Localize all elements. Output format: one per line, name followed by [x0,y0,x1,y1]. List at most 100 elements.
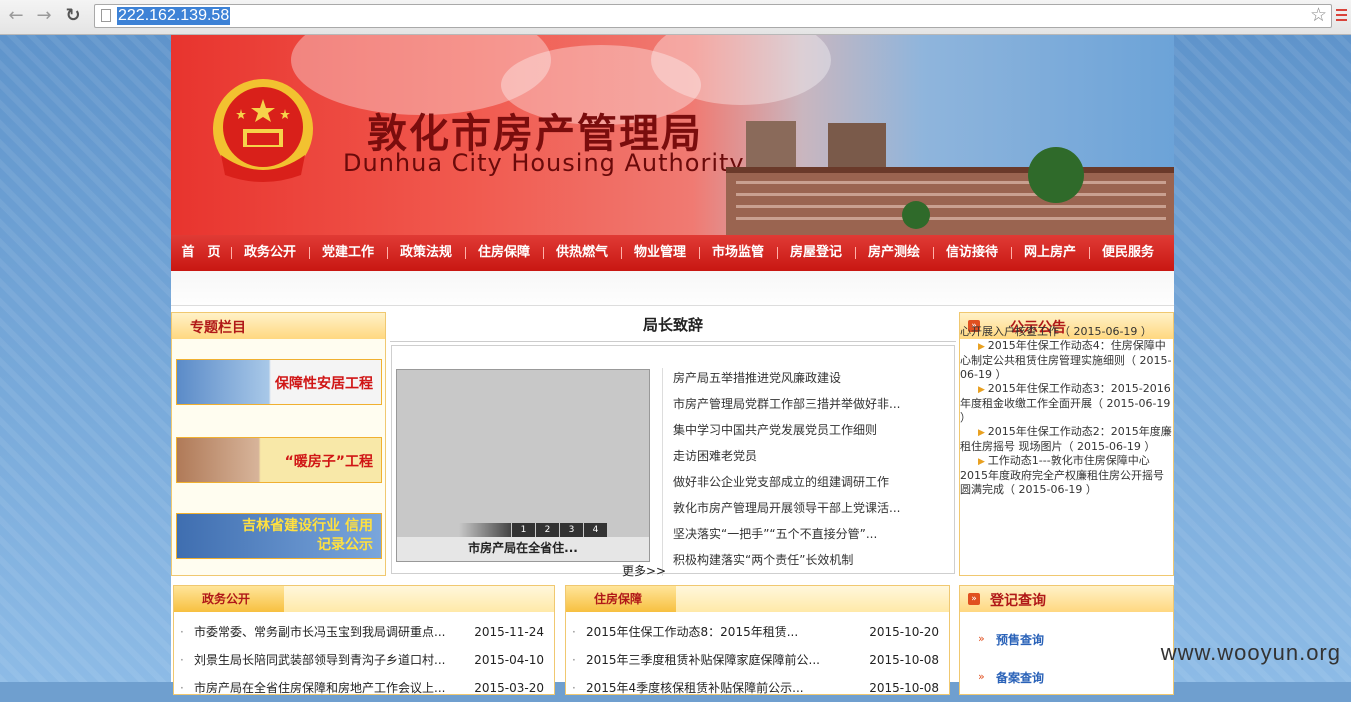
card-warm-house-label: “暖房子”工程 [284,454,373,470]
news-item[interactable]: 市房产管理局党群工作部三措并举做好非... [663,394,953,420]
slide-caption[interactable]: 市房产局在全省住... [397,537,649,561]
row-date: 2015-11-24 [474,625,544,639]
watermark: www.wooyun.org [1160,640,1341,665]
bullet-icon: ▶ [978,385,988,395]
site-container: 敦化市房产管理局 Dunhua City Housing Authority 首… [171,35,1174,702]
row-title[interactable]: 刘景生局长陪同武装部领导到青沟子乡道口村... [194,646,445,674]
arrow-icon: » [978,632,985,645]
center-news-box: 1 2 3 4 市房产局在全省住... 房产局五举措推进党风廉政建设 市房产管理局… [391,345,955,578]
table-row[interactable]: 市委常委、常务副市长冯玉宝到我局调研重点... 2015-11-24 [180,618,548,646]
housing-panel: 住房保障 2015年住保工作动态8：2015年租赁...2015-10-2020… [565,585,950,702]
nav-item-5[interactable]: 供热燃气 [543,235,621,271]
news-item[interactable]: 坚决落实“一把手”“五个不直接分管”... [663,524,953,550]
row-title[interactable]: 2015年三季度租赁补贴保障家庭保障前公... [586,646,820,674]
browser-toolbar: ← → ↻ 222.162.139.58 ☆ [0,0,1351,35]
notice-item[interactable]: ▶ 2015年住保工作动态2：2015年度廉租住房摇号 现场图片（ 2015-0… [960,425,1173,454]
row-date: 2015-10-08 [869,681,939,695]
query-panel: » 登记查询 » 预售查询 » 备案查询 [959,585,1174,695]
notice-panel: » 公示公告 心开展入户核查工作（ 2015-06-19 ） ▶ 2015年住保工… [959,312,1174,576]
gov-affairs-panel: 政务公开 市委常委、常务副市长冯玉宝到我局调研重点... 2015-11-24 刘景… [173,585,555,702]
nav-item-3[interactable]: 政策法规 [387,235,465,271]
nav-item-6[interactable]: 物业管理 [621,235,699,271]
card-secure-housing[interactable]: 保障性安居工程 [176,359,382,405]
card-credit-record-label: 吉林省建设行业 信用记录公示 [242,518,373,553]
news-item[interactable]: 走访困难老党员 [663,446,953,472]
notice-list: 心开展入户核查工作（ 2015-06-19 ） ▶ 2015年住保工作动态4：住房… [960,325,1173,497]
slide-page-4[interactable]: 4 [584,523,607,537]
reload-icon[interactable]: ↻ [61,4,85,28]
notice-item[interactable]: 心开展入户核查工作（ 2015-06-19 ） [960,325,1173,339]
special-topics-panel: 专题栏目 保障性安居工程 “暖房子”工程 吉林省建设行业 信用记录公示 [171,312,386,576]
main-nav: 首 页政务公开 党建工作 政策法规 住房保障 供热燃气 物业管理 市场监管 房屋登记 房产测绘信… [171,235,1174,271]
news-item[interactable]: 敦化市房产管理局开展领导干部上党课活... [663,498,953,524]
site-banner: 敦化市房产管理局 Dunhua City Housing Authority [171,35,1174,235]
slide-page-2[interactable]: 2 [536,523,559,537]
bullet-icon: ▶ [978,342,988,352]
menu-icon[interactable] [1336,9,1347,24]
nav-item-12[interactable]: 便民服务 [1089,235,1167,271]
row-date: 2015-03-20 [474,681,544,695]
site-title-en: Dunhua City Housing Authority [343,149,745,177]
special-topics-title: 专题栏目 [190,320,246,336]
slide-page-3[interactable]: 3 [560,523,583,537]
notice-item-text: 2015年住保工作动态3：2015-2016年度租金收缴工作全面开展（ 2015… [960,382,1171,424]
nav-item-4[interactable]: 住房保障 [465,235,543,271]
row-date: 2015-10-08 [869,653,939,667]
news-item[interactable]: 房产局五举措推进党风廉政建设 [663,368,953,394]
arrow-right-icon: » [968,593,980,605]
bookmark-star-icon[interactable]: ☆ [1310,4,1327,26]
slide-page-1[interactable]: 1 [512,523,535,537]
nav-item-0[interactable]: 首 页 [171,235,231,271]
national-emblem-icon [213,79,313,182]
news-item[interactable]: 积极构建落实“两个责任”长效机制 [663,550,953,576]
notice-item-text: 2015年住保工作动态4：住房保障中心制定公共租赁住房管理实施细则（ 2015-… [960,339,1172,381]
arrow-icon: » [978,670,985,683]
nav-item-8[interactable]: 房屋登记 [777,235,855,271]
nav-item-2[interactable]: 党建工作 [309,235,387,271]
nav-item-9[interactable]: 房产测绘 [855,235,933,271]
address-url[interactable]: 222.162.139.58 [117,7,231,25]
buildings-image [726,121,1174,235]
presale-query-link[interactable]: 预售查询 [996,631,1044,648]
query-title: 登记查询 [990,593,1046,609]
nav-item-10[interactable]: 信访接待 [933,235,1011,271]
notice-item[interactable]: ▶ 2015年住保工作动态4：住房保障中心制定公共租赁住房管理实施细则（ 201… [960,339,1173,382]
card-credit-record[interactable]: 吉林省建设行业 信用记录公示 [176,513,382,559]
row-title[interactable]: 市委常委、常务副市长冯玉宝到我局调研重点... [194,618,445,646]
table-row[interactable]: 2015年住保工作动态8：2015年租赁... 2015-10-20 [572,618,943,646]
table-row[interactable]: 2015年三季度租赁补贴保障家庭保障前公... 2015-10-08 [572,646,943,674]
more-link[interactable]: 更多>> [622,562,666,579]
notice-item-text: 心开展入户核查工作（ 2015-06-19 ） [960,325,1152,338]
bullet-icon: ▶ [978,457,988,467]
row-title[interactable]: 市房产局在全省住房保障和房地产工作会议上... [194,674,445,702]
gov-affairs-title: 政务公开 [202,592,251,606]
row-date: 2015-04-10 [474,653,544,667]
notice-item[interactable]: ▶ 工作动态1---敦化市住房保障中心2015年度政府完全产权廉租住房公开摇号圆… [960,454,1173,497]
row-title[interactable]: 2015年住保工作动态8：2015年租赁... [586,618,798,646]
table-row[interactable]: 2015年4季度核保租赁补贴保障前公示... 2015-10-08 [572,674,943,702]
housing-title: 住房保障 [594,592,643,606]
notice-item-text: 工作动态1---敦化市住房保障中心2015年度政府完全产权廉租住房公开摇号圆满完… [960,454,1164,496]
address-bar[interactable]: 222.162.139.58 ☆ [94,4,1332,28]
notice-item[interactable]: ▶ 2015年住保工作动态3：2015-2016年度租金收缴工作全面开展（ 20… [960,382,1173,425]
table-row[interactable]: 市房产局在全省住房保障和房地产工作会议上... 2015-03-20 [180,674,548,702]
news-item[interactable]: 集中学习中国共产党发展党员工作细则 [663,420,953,446]
page-icon [101,9,111,22]
news-slideshow[interactable]: 1 2 3 4 市房产局在全省住... [396,369,650,562]
card-secure-housing-label: 保障性安居工程 [275,376,373,392]
nav-item-11[interactable]: 网上房产 [1011,235,1089,271]
news-item[interactable]: 做好非公企业党支部成立的组建调研工作 [663,472,953,498]
forward-icon[interactable]: → [32,4,56,28]
director-speech-title: 局长致辞 [390,311,956,342]
table-row[interactable]: 刘景生局长陪同武装部领导到青沟子乡道口村... 2015-04-10 [180,646,548,674]
nav-item-7[interactable]: 市场监管 [699,235,777,271]
sub-bar [171,271,1174,306]
row-date: 2015-10-20 [869,625,939,639]
bullet-icon: ▶ [978,428,988,438]
back-icon[interactable]: ← [4,4,28,28]
card-warm-house[interactable]: “暖房子”工程 [176,437,382,483]
nav-item-1[interactable]: 政务公开 [231,235,309,271]
news-list: 房产局五举措推进党风廉政建设 市房产管理局党群工作部三措并举做好非... 集中学习中… [662,368,953,576]
record-query-link[interactable]: 备案查询 [996,669,1044,686]
row-title[interactable]: 2015年4季度核保租赁补贴保障前公示... [586,674,804,702]
